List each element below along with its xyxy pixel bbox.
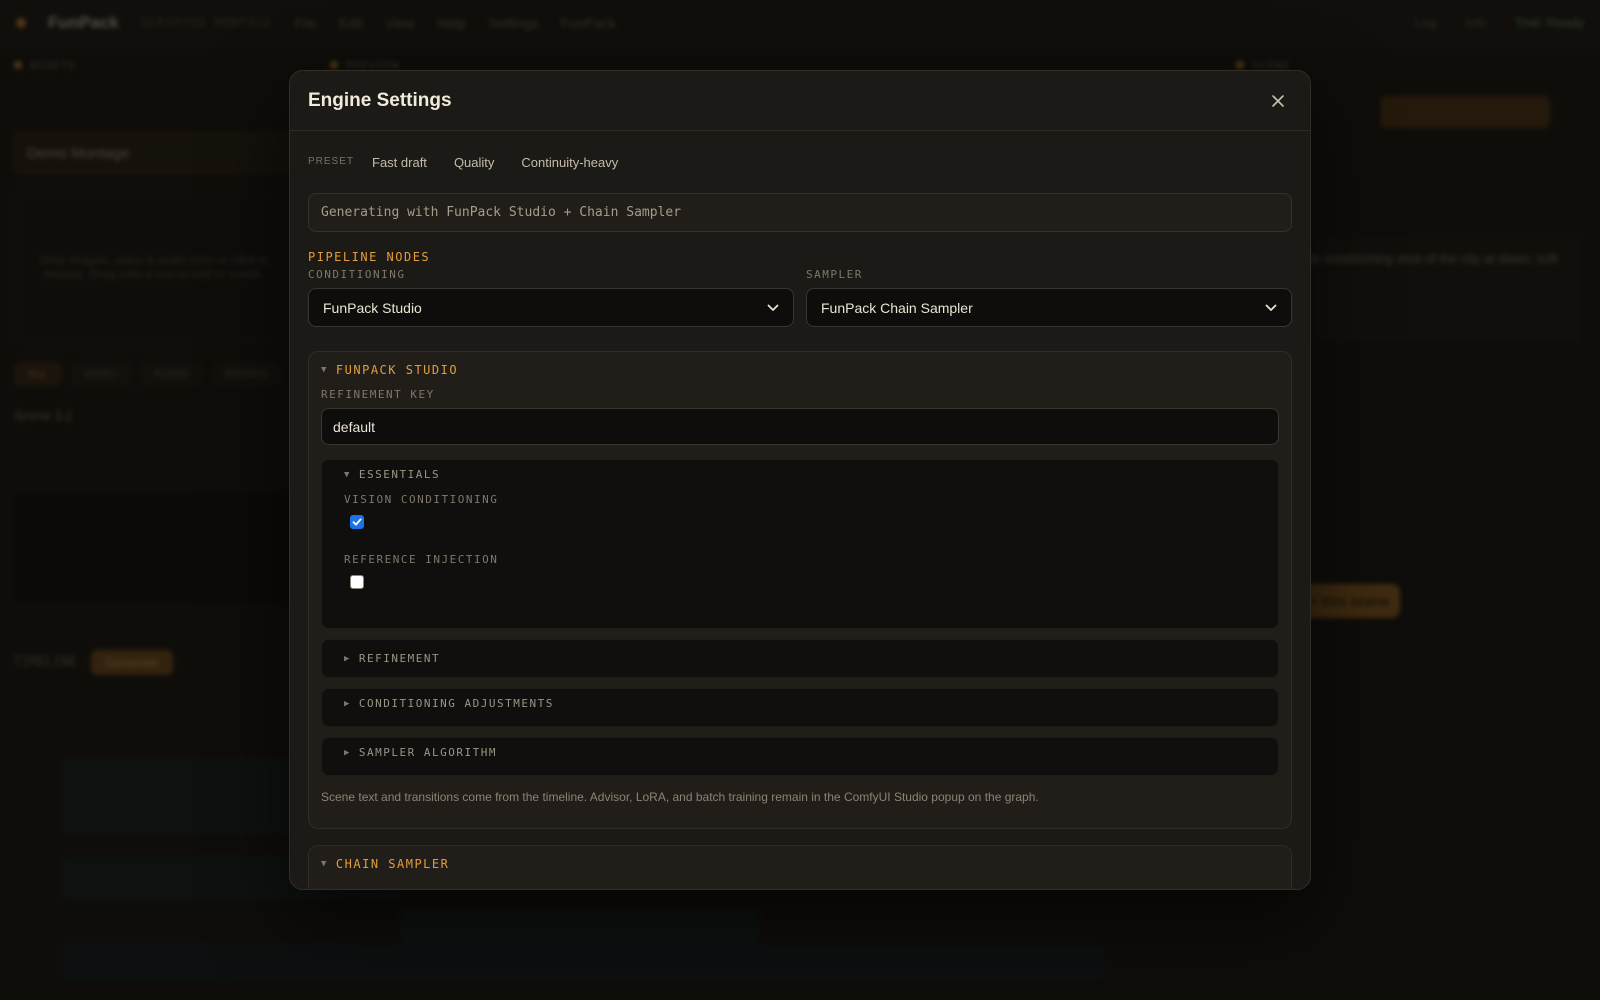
sampler-select[interactable]: FunPack Chain Sampler	[806, 288, 1292, 327]
sampler-label: SAMPLER	[806, 268, 863, 281]
triangle-down-icon: ▼	[321, 859, 328, 869]
triangle-right-icon: ▶	[344, 698, 351, 709]
conditioning-adjustments-section: ▶ CONDITIONING ADJUSTMENTS	[321, 688, 1279, 727]
close-button[interactable]	[1264, 87, 1292, 115]
refinement-title: REFINEMENT	[358, 652, 441, 665]
studio-help-note: Scene text and transitions come from the…	[321, 790, 1039, 804]
preset-continuity-heavy[interactable]: Continuity-heavy	[521, 155, 618, 170]
dialog-header: Engine Settings	[290, 71, 1310, 131]
sampler-algorithm-toggle[interactable]: ▶ SAMPLER ALGORITHM	[344, 738, 1256, 767]
essentials-title: ESSENTIALS	[358, 468, 441, 481]
preset-label: PRESET	[308, 155, 355, 167]
chain-sampler-toggle[interactable]: ▼ CHAIN SAMPLER	[321, 846, 1279, 882]
vision-conditioning-checkbox[interactable]	[350, 515, 364, 529]
pipeline-nodes-row: CONDITIONING FunPack Studio SAMPLER FunP…	[308, 268, 1292, 327]
triangle-right-icon: ▶	[344, 747, 351, 758]
refinement-key-label: REFINEMENT KEY	[321, 388, 435, 401]
conditioning-label: CONDITIONING	[308, 268, 406, 281]
preset-quality[interactable]: Quality	[454, 155, 494, 170]
sampler-algorithm-title: SAMPLER ALGORITHM	[358, 746, 498, 759]
triangle-down-icon: ▼	[344, 469, 351, 480]
chain-sampler-group: ▼ CHAIN SAMPLER	[308, 845, 1292, 889]
close-icon	[1272, 94, 1284, 107]
triangle-right-icon: ▶	[344, 653, 351, 664]
chevron-down-icon	[767, 304, 779, 311]
conditioning-adjustments-title: CONDITIONING ADJUSTMENTS	[358, 697, 554, 710]
conditioning-value: FunPack Studio	[323, 299, 422, 316]
funpack-studio-toggle[interactable]: ▼ FUNPACK STUDIO	[321, 352, 1279, 388]
engine-status-field: Generating with FunPack Studio + Chain S…	[308, 193, 1292, 232]
essentials-section: ▼ ESSENTIALS VISION CONDITIONING REFEREN…	[321, 459, 1279, 629]
pipeline-nodes-title: PIPELINE NODES	[308, 250, 431, 264]
dialog-body: PRESET Fast draft Quality Continuity-hea…	[290, 131, 1310, 889]
refinement-key-input[interactable]: default	[321, 408, 1279, 445]
sampler-column: SAMPLER FunPack Chain Sampler	[806, 268, 1292, 327]
preset-row: PRESET Fast draft Quality Continuity-hea…	[308, 131, 1292, 193]
funpack-studio-title: FUNPACK STUDIO	[335, 363, 459, 377]
chain-sampler-title: CHAIN SAMPLER	[335, 857, 450, 871]
checkmark-icon	[352, 518, 362, 526]
preset-fast-draft[interactable]: Fast draft	[372, 155, 427, 170]
reference-injection-label: REFERENCE INJECTION	[344, 553, 499, 566]
dialog-title: Engine Settings	[308, 89, 452, 111]
conditioning-column: CONDITIONING FunPack Studio	[308, 268, 794, 327]
chevron-down-icon	[1265, 304, 1277, 311]
reference-injection-checkbox[interactable]	[350, 575, 364, 589]
funpack-studio-group: ▼ FUNPACK STUDIO REFINEMENT KEY default …	[308, 351, 1292, 829]
sampler-value: FunPack Chain Sampler	[821, 299, 973, 316]
conditioning-select[interactable]: FunPack Studio	[308, 288, 794, 327]
conditioning-adjustments-toggle[interactable]: ▶ CONDITIONING ADJUSTMENTS	[344, 689, 1256, 718]
essentials-toggle[interactable]: ▼ ESSENTIALS	[344, 460, 1256, 489]
refinement-toggle[interactable]: ▶ REFINEMENT	[344, 640, 1256, 677]
triangle-down-icon: ▼	[321, 365, 328, 375]
sampler-algorithm-section: ▶ SAMPLER ALGORITHM	[321, 737, 1279, 776]
refinement-section: ▶ REFINEMENT	[321, 639, 1279, 678]
vision-conditioning-label: VISION CONDITIONING	[344, 493, 499, 506]
engine-settings-dialog: Engine Settings PRESET Fast draft Qualit…	[289, 70, 1311, 890]
